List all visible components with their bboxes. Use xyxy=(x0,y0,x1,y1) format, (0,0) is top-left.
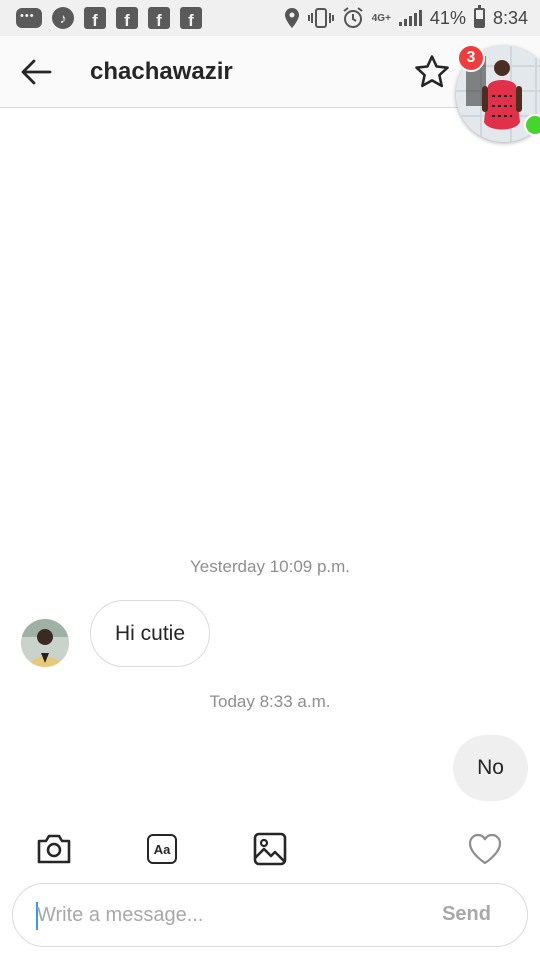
message-timestamp: Today 8:33 a.m. xyxy=(209,692,331,711)
sender-avatar-photo xyxy=(21,619,69,667)
text-format-label: Aa xyxy=(147,834,177,864)
network-type-label: 4G+ xyxy=(371,12,391,24)
gallery-icon[interactable] xyxy=(251,830,289,868)
outgoing-message-bubble[interactable]: No xyxy=(453,735,528,801)
send-button[interactable]: Send xyxy=(442,903,491,926)
conversation-title[interactable]: chachawazir xyxy=(90,58,233,86)
status-bar: ♪ f f f f 4G+ 41% 8:34 xyxy=(0,0,540,36)
message-composer: Send xyxy=(12,883,528,947)
music-icon: ♪ xyxy=(52,7,74,29)
incoming-message-bubble[interactable]: Hi cutie xyxy=(90,600,211,667)
messages-icon xyxy=(16,8,42,28)
text-format-icon[interactable]: Aa xyxy=(143,830,181,868)
battery-level-fill xyxy=(475,19,483,26)
alarm-icon xyxy=(343,7,363,28)
heart-icon[interactable] xyxy=(466,830,504,868)
back-arrow-icon[interactable] xyxy=(20,58,52,86)
notification-badge: 3 xyxy=(457,44,485,72)
battery-icon xyxy=(473,5,485,28)
star-icon[interactable] xyxy=(414,54,450,88)
camera-icon[interactable] xyxy=(35,830,73,868)
signal-icon xyxy=(398,10,422,26)
sender-avatar[interactable] xyxy=(21,619,69,667)
message-input[interactable] xyxy=(37,898,417,932)
status-time: 8:34 xyxy=(492,7,528,28)
status-bar-notifications: ♪ f f f f xyxy=(16,6,202,30)
facebook-icon: f xyxy=(116,7,138,29)
facebook-icon: f xyxy=(84,7,106,29)
facebook-icon: f xyxy=(148,7,170,29)
message-timestamp: Yesterday 10:09 p.m. xyxy=(189,557,351,576)
battery-percent: 41% xyxy=(429,7,466,28)
facebook-icon: f xyxy=(180,7,202,29)
vibrate-icon xyxy=(307,8,334,28)
online-status-dot xyxy=(524,114,540,136)
location-icon xyxy=(284,8,299,28)
status-bar-system: 4G+ 41% 8:34 xyxy=(284,5,528,30)
